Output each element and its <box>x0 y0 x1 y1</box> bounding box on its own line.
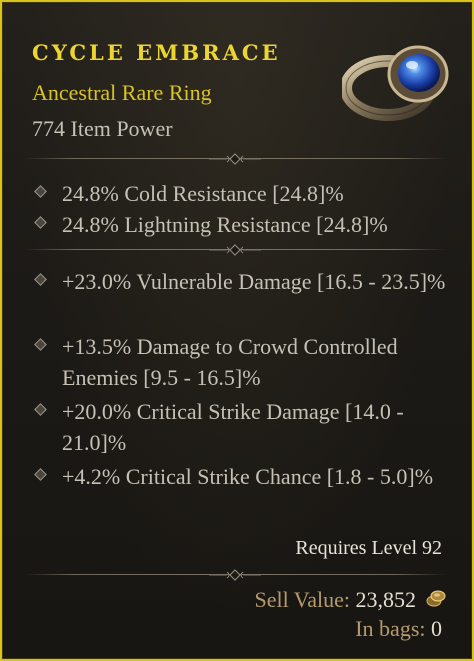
item-type: Ancestral Rare Ring <box>32 80 212 105</box>
section-divider <box>24 243 446 257</box>
item-power: 774 Item Power <box>32 116 173 141</box>
section-divider <box>24 568 446 582</box>
diamond-bullet-icon <box>34 216 47 229</box>
level-requirement: Requires Level 92 <box>295 537 442 559</box>
diamond-bullet-icon <box>34 403 47 416</box>
in-bags-count: In bags: 0 <box>355 616 442 642</box>
in-bags-value: 0 <box>431 616 442 641</box>
item-name: CYCLE EMBRACE <box>32 40 281 65</box>
diamond-bullet-icon <box>34 468 47 481</box>
in-bags-label: In bags: <box>355 616 426 641</box>
ring-icon <box>342 45 449 121</box>
diamond-bullet-icon <box>34 338 47 351</box>
diamond-bullet-icon <box>34 185 47 198</box>
item-affix: +23.0% Vulnerable Damage [16.5 - 23.5]% <box>32 266 452 328</box>
gold-coin-icon <box>426 590 446 607</box>
implicit-affix: 24.8% Lightning Resistance [24.8]% <box>32 209 452 240</box>
diamond-bullet-icon <box>34 273 47 286</box>
item-affix: +13.5% Damage to Crowd Controlled Enemie… <box>32 331 452 393</box>
divider-ornament-icon <box>209 244 261 256</box>
divider-ornament-icon <box>209 569 261 581</box>
item-tooltip: CYCLE EMBRACE Ancestral Rare Ring 774 It… <box>0 0 474 661</box>
sell-value-label: Sell Value: <box>254 587 350 612</box>
implicit-affix: 24.8% Cold Resistance [24.8]% <box>32 178 452 209</box>
section-divider <box>24 152 446 166</box>
item-affix: +4.2% Critical Strike Chance [1.8 - 5.0]… <box>32 461 452 523</box>
sell-value-amount: 23,852 <box>355 587 417 612</box>
divider-ornament-icon <box>209 153 261 165</box>
item-affix: +20.0% Critical Strike Damage [14.0 - 21… <box>32 396 452 458</box>
sell-value: Sell Value: 23,852 <box>254 587 416 613</box>
